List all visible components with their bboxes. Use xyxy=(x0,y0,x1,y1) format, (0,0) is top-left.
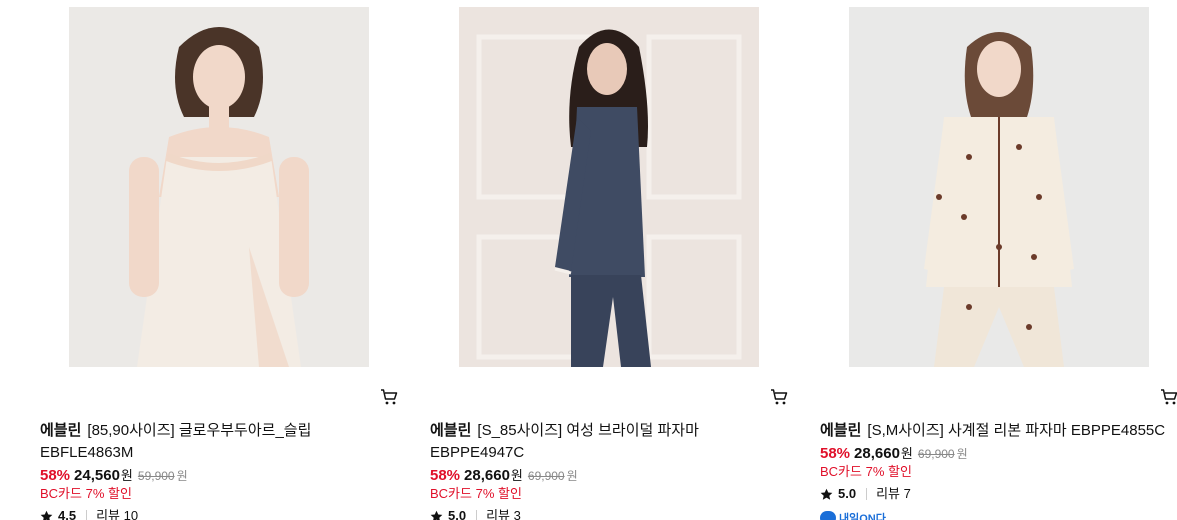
delivery-badge: 내일ON다 xyxy=(820,510,886,520)
sale-price: 28,660 xyxy=(854,445,900,462)
price-row: 58% 28,660원 69,900 원 xyxy=(820,444,968,464)
brand-name: 에블린 xyxy=(430,422,472,439)
cart-icon xyxy=(1161,389,1177,405)
original-price: 69,900 xyxy=(527,469,565,483)
add-to-cart-button[interactable] xyxy=(768,386,790,408)
brand-name: 에블린 xyxy=(40,422,82,439)
review-count[interactable]: 리뷰 7 xyxy=(876,485,911,503)
card-discount: BC카드 7% 할인 xyxy=(820,464,912,479)
original-currency: 원 xyxy=(956,447,968,461)
review-row: 5.0 리뷰 7 xyxy=(820,485,911,503)
original-price: 59,900 xyxy=(137,469,175,483)
product-name: [85,90사이즈] 글로우부두아르_슬립 xyxy=(87,422,312,439)
review-count[interactable]: 리뷰 3 xyxy=(486,507,521,520)
product-image[interactable] xyxy=(459,7,759,367)
original-price: 69,900 xyxy=(917,447,955,461)
product-card[interactable]: 에블린 [S_85사이즈] 여성 브라이덜 파자마 EBPPE4947C 58% 2… xyxy=(430,0,790,520)
star-icon xyxy=(430,510,443,520)
product-photo-slip xyxy=(69,7,369,367)
product-name: [S,M사이즈] 사계절 리본 파자마 EBPPE4855C xyxy=(867,422,1166,439)
delivery-icon xyxy=(820,511,836,520)
original-currency: 원 xyxy=(566,469,578,483)
rating-score: 5.0 xyxy=(448,508,467,520)
delivery-label: 내일ON다 xyxy=(839,513,886,520)
currency: 원 xyxy=(120,468,133,483)
divider xyxy=(866,488,868,500)
star-icon xyxy=(40,510,53,520)
divider xyxy=(476,510,478,520)
product-title[interactable]: 에블린 [85,90사이즈] 글로우부두아르_슬립 EBFLE4863M xyxy=(40,420,410,464)
card-discount: BC카드 7% 할인 xyxy=(40,486,132,501)
product-image[interactable] xyxy=(849,7,1149,367)
product-photo-pajama-ribbon xyxy=(849,7,1149,367)
sale-price: 24,560 xyxy=(74,467,120,484)
product-name: [S_85사이즈] 여성 브라이덜 파자마 xyxy=(477,422,699,439)
review-row: 4.5 리뷰 10 xyxy=(40,507,138,520)
discount-rate: 58% xyxy=(820,445,851,462)
currency: 원 xyxy=(510,468,523,483)
add-to-cart-button[interactable] xyxy=(378,386,400,408)
review-row: 5.0 리뷰 3 xyxy=(430,507,521,520)
sale-price: 28,660 xyxy=(464,467,510,484)
product-photo-pajama-navy xyxy=(459,7,759,367)
rating-score: 5.0 xyxy=(838,486,857,501)
original-currency: 원 xyxy=(176,469,188,483)
product-title[interactable]: 에블린 [S,M사이즈] 사계절 리본 파자마 EBPPE4855C xyxy=(820,420,1177,442)
product-code: EBFLE4863M xyxy=(40,444,134,461)
currency: 원 xyxy=(900,446,913,461)
card-discount: BC카드 7% 할인 xyxy=(430,486,522,501)
cart-icon xyxy=(381,389,398,405)
discount-rate: 58% xyxy=(430,467,461,484)
product-card[interactable]: 에블린 [85,90사이즈] 글로우부두아르_슬립 EBFLE4863M 58% 2… xyxy=(40,0,400,520)
price-row: 58% 28,660원 69,900 원 xyxy=(430,466,578,486)
brand-name: 에블린 xyxy=(820,422,862,439)
product-image[interactable] xyxy=(69,7,369,367)
divider xyxy=(86,510,88,520)
price-row: 58% 24,560원 59,900 원 xyxy=(40,466,188,486)
rating-score: 4.5 xyxy=(58,508,77,520)
product-card[interactable]: 에블린 [S,M사이즈] 사계절 리본 파자마 EBPPE4855C 58% 28,… xyxy=(820,0,1177,520)
cart-icon xyxy=(771,389,788,405)
product-title[interactable]: 에블린 [S_85사이즈] 여성 브라이덜 파자마 EBPPE4947C xyxy=(430,420,800,464)
product-code: EBPPE4947C xyxy=(430,444,525,461)
discount-rate: 58% xyxy=(40,467,71,484)
review-count[interactable]: 리뷰 10 xyxy=(96,507,138,520)
star-icon xyxy=(820,488,833,500)
add-to-cart-button[interactable] xyxy=(1158,386,1177,408)
